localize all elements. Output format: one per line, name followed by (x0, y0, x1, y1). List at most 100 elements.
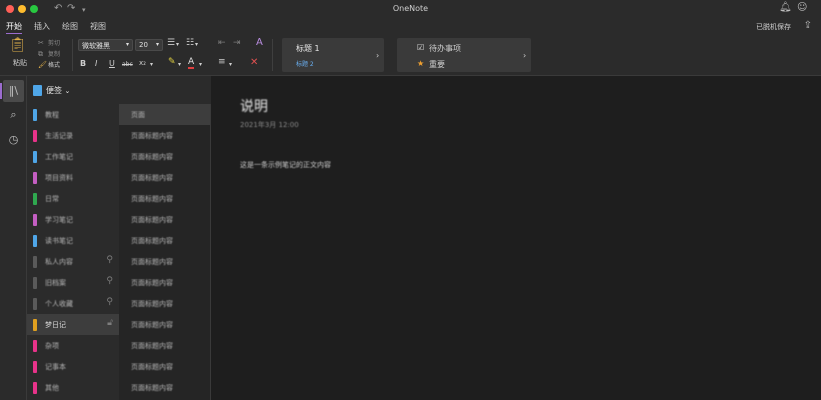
font-size-select[interactable]: 20 ▾ (135, 39, 163, 51)
format-painter-icon[interactable]: 🖌︎ (38, 61, 47, 70)
recent-clock-icon[interactable]: ◷ (3, 129, 24, 151)
close-window-button[interactable] (6, 5, 14, 13)
page-item[interactable]: 页面标题内容 (119, 314, 210, 335)
notebooks-icon[interactable]: ‖\ (0, 80, 24, 102)
section-color-tab (33, 298, 37, 310)
delete-icon[interactable]: ✕ (250, 58, 258, 68)
underline-button[interactable]: U (109, 59, 115, 68)
page-item[interactable]: 页面标题内容 (119, 125, 210, 146)
chevron-down-icon[interactable]: ▾ (176, 40, 179, 49)
section-item[interactable]: 工作笔记 (27, 146, 119, 167)
navigation-rail: ‖\ ⌕ ◷ (0, 76, 27, 400)
undo-icon[interactable]: ↶ (54, 3, 62, 15)
section-label: 梦日记 (45, 321, 66, 329)
tab-home[interactable]: 开始 (6, 21, 22, 34)
chevron-down-icon[interactable]: ▾ (178, 60, 181, 69)
section-color-tab (33, 340, 37, 352)
page-item[interactable]: 页面标题内容 (119, 146, 210, 167)
style-heading-1[interactable]: 标题 1 (296, 44, 320, 53)
page-item[interactable]: 页面标题内容 (119, 167, 210, 188)
increase-indent-icon[interactable]: ⇥ (233, 39, 241, 48)
chevron-right-icon[interactable]: › (523, 51, 526, 60)
section-color-tab (33, 256, 37, 268)
chevron-right-icon[interactable]: › (376, 51, 379, 60)
section-item[interactable]: 私人内容 ⚲ (27, 251, 119, 272)
page-title[interactable]: 说明 (240, 96, 268, 116)
section-item[interactable]: 个人收藏 ⚲ (27, 293, 119, 314)
page-label: 页面标题内容 (131, 321, 173, 329)
section-item[interactable]: 记事本 (27, 356, 119, 377)
subscript-button[interactable]: x₂ (139, 59, 146, 68)
lock-icon: 🔓︎ (107, 318, 113, 328)
tag-important[interactable]: 重要 (429, 60, 445, 69)
page-item[interactable]: 页面标题内容 (119, 356, 210, 377)
page-item[interactable]: 页面标题内容 (119, 272, 210, 293)
tab-insert[interactable]: 插入 (34, 21, 50, 32)
section-item[interactable]: 生活记录 (27, 125, 119, 146)
page-item[interactable]: 页面标题内容 (119, 377, 210, 398)
clear-format-icon[interactable]: A (256, 38, 263, 48)
paste-label[interactable]: 粘贴 (13, 59, 27, 68)
chevron-down-icon[interactable]: ▾ (150, 60, 153, 69)
star-icon: ★ (417, 59, 425, 68)
decrease-indent-icon[interactable]: ⇤ (218, 39, 226, 48)
section-item[interactable]: 日常 (27, 188, 119, 209)
cut-label[interactable]: 剪切 (48, 39, 60, 48)
font-name-select[interactable]: 微软雅黑 ▾ (78, 39, 133, 51)
customize-toolbar-icon[interactable]: ▾ (82, 4, 86, 16)
section-item[interactable]: 其他 (27, 377, 119, 398)
format-painter-label[interactable]: 格式 (48, 61, 60, 70)
section-item[interactable]: 教程 (27, 104, 119, 125)
section-label: 私人内容 (45, 258, 73, 266)
chevron-down-icon[interactable]: ▾ (229, 60, 232, 69)
page-item[interactable]: 页面标题内容 (119, 293, 210, 314)
page-item[interactable]: 页面标题内容 (119, 188, 210, 209)
page-item[interactable]: 页面 (119, 104, 210, 125)
page-item[interactable]: 页面标题内容 (119, 209, 210, 230)
style-heading-2[interactable]: 标题 2 (296, 60, 314, 69)
strikethrough-button[interactable]: abc (122, 60, 133, 69)
numbered-list-icon[interactable]: ☷ (186, 39, 194, 48)
app-title: OneNote (392, 4, 429, 13)
tab-draw[interactable]: 绘图 (62, 21, 78, 32)
bell-icon[interactable]: 🔔︎ (779, 2, 792, 13)
section-item[interactable]: 读书笔记 (27, 230, 119, 251)
section-label: 项目资料 (45, 174, 73, 182)
smiley-feedback-icon[interactable]: ☺ (797, 2, 807, 13)
bold-button[interactable]: B (80, 59, 86, 68)
page-item[interactable]: 页面标题内容 (119, 230, 210, 251)
section-item[interactable]: 旧档案 ⚲ (27, 272, 119, 293)
copy-label[interactable]: 复制 (48, 50, 60, 59)
section-item[interactable]: 学习笔记 (27, 209, 119, 230)
page-label: 页面标题内容 (131, 342, 173, 350)
section-item[interactable]: 项目资料 (27, 167, 119, 188)
tag-todo[interactable]: 待办事项 (429, 44, 461, 53)
bullet-list-icon[interactable]: ☰ (167, 39, 175, 48)
zoom-window-button[interactable] (30, 5, 38, 13)
minimize-window-button[interactable] (18, 5, 26, 13)
font-color-icon[interactable]: A (188, 58, 195, 69)
page-item[interactable]: 页面标题内容 (119, 335, 210, 356)
section-item[interactable]: 杂项 (27, 335, 119, 356)
search-icon[interactable]: ⌕ (3, 104, 24, 126)
page-label: 页面标题内容 (131, 363, 173, 371)
copy-icon[interactable]: ⧉ (38, 50, 43, 59)
italic-button[interactable]: I (95, 59, 97, 68)
cut-icon[interactable]: ✂ (38, 39, 44, 48)
section-item[interactable]: 梦日记 🔓︎ (27, 314, 119, 335)
todo-checkbox-icon: ☑ (417, 43, 425, 52)
chevron-down-icon[interactable]: ▾ (195, 40, 198, 49)
page-label: 页面标题内容 (131, 153, 173, 161)
note-body[interactable]: 这是一条示例笔记的正文内容 (240, 160, 331, 170)
highlighter-icon[interactable]: ✎ (168, 58, 176, 67)
note-canvas[interactable]: 说明 2021年3月 12:00 这是一条示例笔记的正文内容 (211, 76, 821, 400)
align-icon[interactable]: ≡ (218, 58, 226, 67)
chevron-down-icon: ▾ (155, 41, 159, 48)
notebook-header[interactable]: 便签 ⌄ (27, 76, 211, 104)
chevron-down-icon[interactable]: ▾ (199, 60, 202, 69)
tab-view[interactable]: 视图 (90, 21, 106, 32)
paste-icon[interactable]: 📋︎ (9, 37, 27, 53)
share-icon[interactable]: ⇪ (804, 20, 812, 31)
redo-icon[interactable]: ↷ (67, 3, 75, 15)
page-item[interactable]: 页面标题内容 (119, 251, 210, 272)
